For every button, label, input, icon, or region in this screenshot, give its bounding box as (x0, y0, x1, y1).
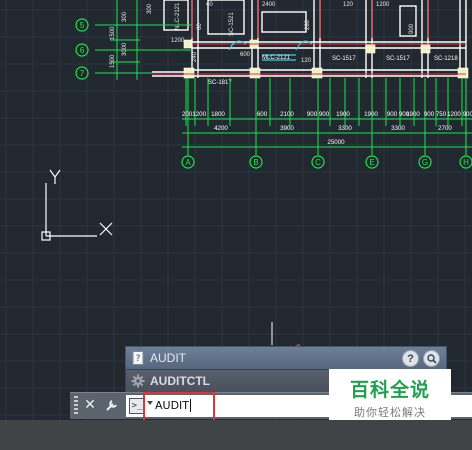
svg-text:5: 5 (80, 21, 85, 30)
highlight-box (143, 392, 215, 423)
dimension-total-label: 25000 (327, 139, 345, 146)
command-icon: ? (131, 351, 145, 365)
svg-text:SC-1517: SC-1517 (332, 56, 356, 62)
help-icon[interactable]: ? (402, 350, 419, 367)
svg-text:1200: 1200 (376, 2, 390, 8)
dimension-label: 1900 (364, 111, 378, 118)
close-icon[interactable]: ✕ (81, 396, 99, 414)
svg-text:SC-1817: SC-1817 (208, 80, 232, 86)
dimension-label: 900 750 (424, 111, 447, 118)
dimension-label: 2100 (280, 111, 294, 118)
svg-text:40: 40 (206, 2, 213, 8)
svg-text:60: 60 (197, 23, 203, 30)
autocomplete-label: AUDITCTL (150, 374, 210, 388)
autocomplete-item-audit[interactable]: ? AUDIT ? (125, 346, 447, 370)
search-online-icon[interactable] (423, 350, 440, 367)
dimension-label: 1900 (406, 111, 420, 118)
svg-text:NLC-2121: NLC-2121 (175, 2, 181, 30)
building-plan: MLC-2121 SC-1517 SC-1517 SC-1218 SC-1817… (152, 0, 469, 86)
drag-handle[interactable] (74, 396, 78, 414)
dimension-label: 600 (257, 111, 268, 118)
svg-text:280: 280 (305, 19, 311, 30)
svg-text:1200: 1200 (171, 38, 185, 44)
axis-marker-label: B (253, 158, 258, 167)
svg-text:900: 900 (409, 23, 415, 34)
svg-text:1500: 1500 (110, 26, 116, 40)
axis-marker-label: E (369, 158, 374, 167)
svg-text:?: ? (136, 354, 141, 364)
watermark-title: 百科全说 (349, 378, 430, 401)
axis-marker-label: G (422, 158, 428, 167)
svg-text:300: 300 (147, 3, 153, 14)
watermark-subtitle: 助你轻松解决 (354, 405, 426, 419)
axis-marker-label: C (315, 158, 321, 167)
svg-text:SC-1517: SC-1517 (386, 56, 410, 62)
svg-text:SC-1521: SC-1521 (229, 12, 235, 36)
svg-text:MLC-2121: MLC-2121 (262, 55, 291, 61)
svg-text:240: 240 (192, 51, 198, 62)
dimension-label: 900 900 (307, 111, 330, 118)
dimension-label: 1800 (211, 111, 225, 118)
dimension-label: 4200 (214, 125, 228, 132)
dimension-label: 3300 (338, 125, 352, 132)
dimension-label: 3300 (391, 125, 405, 132)
svg-text:120: 120 (301, 58, 312, 64)
svg-text:SC-1218: SC-1218 (434, 56, 458, 62)
wrench-icon[interactable] (103, 396, 121, 414)
cad-window: { "drawing": { "row_markers": ["5", "6",… (0, 0, 472, 450)
dimension-label: 2700 (438, 125, 452, 132)
svg-text:2400: 2400 (262, 2, 276, 8)
axis-marker-label: A (185, 158, 191, 167)
svg-text:6: 6 (80, 46, 85, 55)
svg-text:3000: 3000 (122, 42, 128, 56)
status-area (0, 420, 472, 450)
dimension-label: 2001200 (182, 111, 207, 118)
watermark-logo: 百科全说 助你轻松解决 (329, 369, 451, 425)
svg-text:120: 120 (343, 2, 354, 8)
svg-text:7: 7 (80, 69, 85, 78)
axis-marker-label: H (463, 158, 469, 167)
svg-text:300: 300 (122, 11, 128, 22)
svg-text:1500: 1500 (110, 54, 116, 68)
autocomplete-label: AUDIT (150, 351, 186, 365)
dimension-label: 3900 (280, 125, 294, 132)
svg-text:600: 600 (240, 52, 251, 58)
gear-icon (131, 374, 145, 388)
ucs-icon (41, 169, 113, 241)
dimension-label: 1900 (336, 111, 350, 118)
dimension-label: 1200 900 (447, 111, 472, 118)
